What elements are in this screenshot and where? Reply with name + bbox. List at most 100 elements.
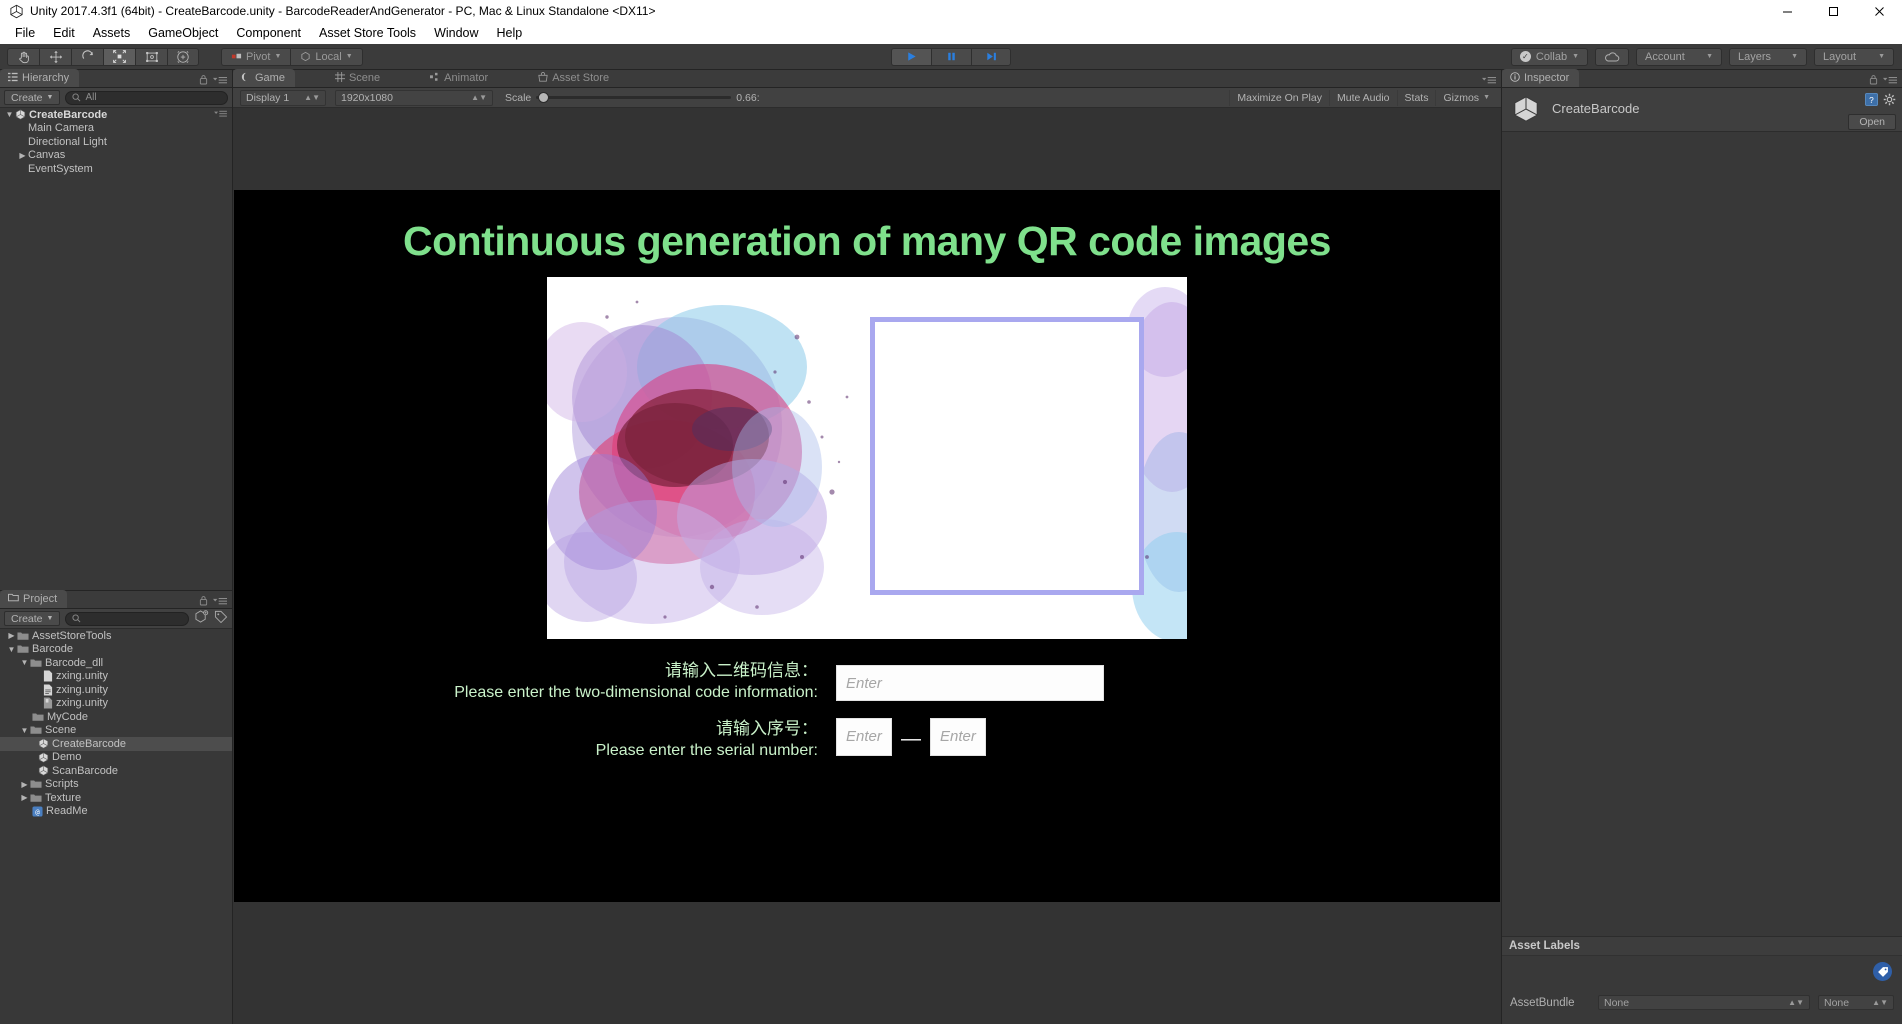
assetbundle-variant-dropdown[interactable]: None ▲▼	[1818, 995, 1894, 1010]
hierarchy-create-button[interactable]: Create ▼	[4, 90, 61, 105]
layers-button[interactable]: Layers ▼	[1729, 47, 1807, 66]
project-row-scanbarcode[interactable]: ScanBarcode	[0, 764, 232, 778]
hierarchy-tree: ▼ CreateBarcode Main Camera Directional …	[0, 108, 232, 590]
scale-tool-button[interactable]	[103, 47, 135, 66]
project-create-button[interactable]: Create ▼	[4, 611, 61, 626]
minimize-button[interactable]	[1764, 0, 1810, 22]
tab-animator[interactable]: Animator	[422, 69, 498, 87]
project-row-zxing-1[interactable]: zxing.unity	[0, 670, 232, 684]
menu-asset-store-tools[interactable]: Asset Store Tools	[310, 24, 425, 42]
twisty-icon[interactable]: ▶	[19, 793, 30, 802]
mute-audio-toggle[interactable]: Mute Audio	[1328, 89, 1397, 106]
pivot-button[interactable]: Pivot ▼	[221, 47, 291, 66]
rotate-tool-button[interactable]	[71, 47, 103, 66]
project-row-readme[interactable]: @ ReadMe	[0, 805, 232, 819]
tab-inspector[interactable]: Inspector	[1502, 69, 1580, 87]
project-filter-type-icon[interactable]	[194, 609, 209, 628]
game-canvas[interactable]: Continuous generation of many QR code im…	[233, 108, 1501, 1024]
scale-slider-knob[interactable]	[538, 92, 550, 103]
collab-button[interactable]: ✓ Collab ▼	[1510, 47, 1588, 66]
rect-tool-button[interactable]	[135, 47, 167, 66]
step-button[interactable]	[971, 47, 1011, 66]
play-button[interactable]	[891, 47, 931, 66]
gizmos-toggle[interactable]: Gizmos ▼	[1435, 89, 1497, 106]
menu-window[interactable]: Window	[425, 24, 487, 42]
tag-icon[interactable]	[1873, 962, 1892, 981]
project-row-texture[interactable]: ▶ Texture	[0, 791, 232, 805]
maximize-button[interactable]	[1810, 0, 1856, 22]
account-button[interactable]: Account ▼	[1636, 47, 1722, 66]
open-button[interactable]: Open	[1848, 114, 1896, 130]
hierarchy-row-main-camera[interactable]: Main Camera	[0, 122, 232, 136]
tab-scene[interactable]: Scene	[327, 69, 390, 87]
twisty-icon[interactable]: ▶	[6, 631, 17, 640]
form-row-serial: 请输入序号： Please enter the serial number: E…	[234, 717, 1500, 762]
hand-tool-button[interactable]	[7, 47, 39, 66]
pivot-caret-icon: ▼	[274, 53, 282, 60]
project-row-zxing-2[interactable]: zxing.unity	[0, 683, 232, 697]
hierarchy-row-eventsystem[interactable]: EventSystem	[0, 162, 232, 176]
hierarchy-row-createbarcode[interactable]: ▼ CreateBarcode	[0, 108, 232, 122]
local-button[interactable]: Local ▼	[290, 47, 363, 66]
menu-component[interactable]: Component	[227, 24, 310, 42]
menu-file[interactable]: File	[6, 24, 44, 42]
serial-from-input[interactable]: Enter	[836, 717, 892, 756]
hierarchy-row-canvas[interactable]: ▶ Canvas	[0, 149, 232, 163]
serial-to-input[interactable]: Enter	[930, 717, 986, 756]
project-row-mycode[interactable]: MyCode	[0, 710, 232, 724]
project-row-demo[interactable]: Demo	[0, 751, 232, 765]
project-row-scripts[interactable]: ▶ Scripts	[0, 778, 232, 792]
pause-button[interactable]	[931, 47, 971, 66]
twisty-icon[interactable]: ▼	[19, 658, 30, 667]
tab-game[interactable]: Game	[233, 69, 295, 87]
resolution-dropdown[interactable]: 1920x1080 ▲▼	[335, 89, 493, 106]
lock-icon[interactable]	[199, 72, 208, 90]
close-button[interactable]	[1856, 0, 1902, 22]
hierarchy-search-input[interactable]: All	[65, 90, 228, 105]
qr-info-input[interactable]: Enter	[836, 665, 1104, 701]
gear-icon[interactable]	[1883, 93, 1896, 111]
twisty-icon[interactable]: ▼	[4, 110, 15, 119]
tab-hierarchy[interactable]: Hierarchy	[0, 69, 80, 87]
transform-tool-button[interactable]	[167, 47, 199, 66]
tab-asset-store[interactable]: Asset Store	[530, 69, 619, 87]
project-search-input[interactable]	[65, 611, 189, 626]
store-icon	[538, 71, 548, 85]
tab-project[interactable]: Project	[0, 590, 68, 608]
serial-label-en: Please enter the serial number:	[595, 741, 818, 759]
project-row-createbarcode[interactable]: CreateBarcode	[0, 737, 232, 751]
project-filter-label-icon[interactable]	[214, 610, 228, 628]
display-dropdown[interactable]: Display 1 ▲▼	[240, 89, 326, 106]
project-row-zxing-3[interactable]: zxing.unity	[0, 697, 232, 711]
twisty-icon[interactable]: ▶	[17, 151, 28, 160]
project-row-barcode[interactable]: ▼ Barcode	[0, 643, 232, 657]
project-row-scene[interactable]: ▼ Scene	[0, 724, 232, 738]
inspector-panel: Inspector CreateBarcode ? Open Asset Lab…	[1502, 69, 1902, 1024]
hierarchy-row-menu-icon[interactable]	[214, 109, 227, 121]
unity-scene-icon	[38, 765, 49, 776]
menu-assets[interactable]: Assets	[84, 24, 140, 42]
menu-edit[interactable]: Edit	[44, 24, 84, 42]
cloud-button[interactable]	[1595, 47, 1629, 66]
assetbundle-dropdown[interactable]: None ▲▼	[1598, 995, 1810, 1010]
twisty-icon[interactable]: ▶	[19, 780, 30, 789]
scale-slider[interactable]	[536, 92, 732, 103]
project-menu-icon[interactable]	[213, 593, 227, 611]
project-row-barcode-dll[interactable]: ▼ Barcode_dll	[0, 656, 232, 670]
menu-help[interactable]: Help	[488, 24, 532, 42]
menu-gameobject[interactable]: GameObject	[139, 24, 227, 42]
stats-toggle[interactable]: Stats	[1396, 89, 1436, 106]
move-tool-button[interactable]	[39, 47, 71, 66]
twisty-icon[interactable]: ▼	[19, 726, 30, 735]
hierarchy-row-directional-light[interactable]: Directional Light	[0, 135, 232, 149]
twisty-icon[interactable]: ▼	[6, 645, 17, 654]
form-row-info: 请输入二维码信息： Please enter the two-dimension…	[234, 660, 1500, 704]
maximize-on-play-toggle[interactable]: Maximize On Play	[1229, 89, 1329, 106]
layout-button[interactable]: Layout ▼	[1814, 47, 1894, 66]
help-icon[interactable]: ?	[1865, 93, 1878, 111]
hierarchy-menu-icon[interactable]	[213, 72, 227, 90]
animator-icon	[430, 72, 440, 85]
project-row-assetstoretools[interactable]: ▶ AssetStoreTools	[0, 629, 232, 643]
asset-labels-body: AssetBundle None ▲▼ None ▲▼	[1502, 956, 1902, 1024]
lock-icon[interactable]	[199, 593, 208, 611]
